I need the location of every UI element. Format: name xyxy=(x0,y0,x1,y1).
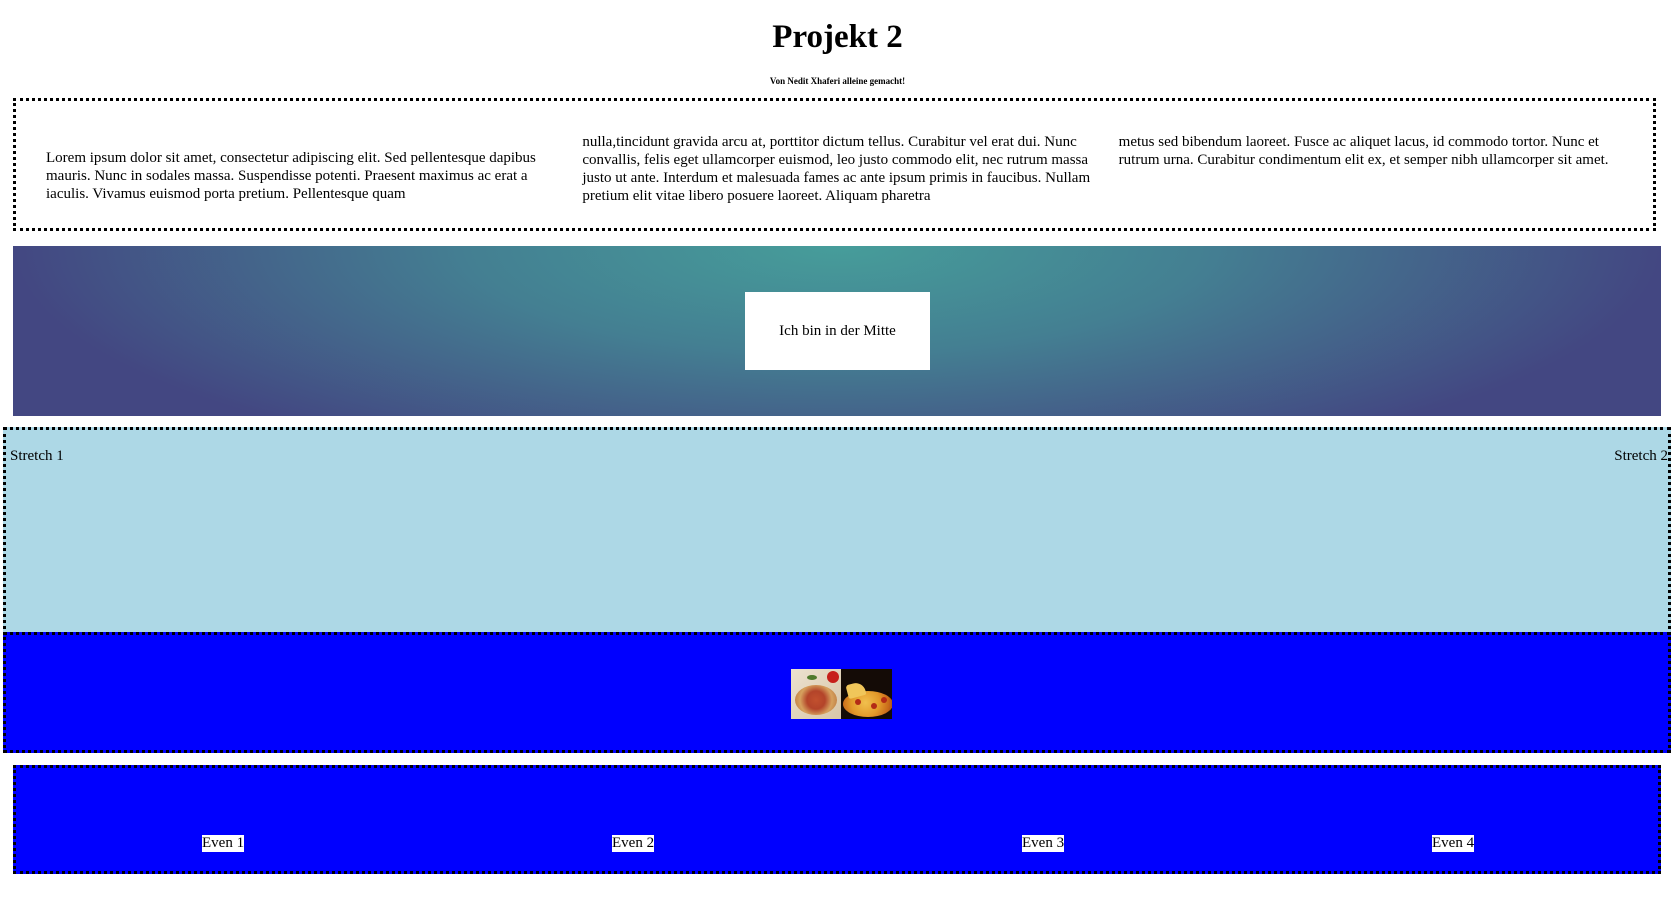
text-column-1: Lorem ipsum dolor sit amet, consectetur … xyxy=(46,150,536,202)
even-item-3: Even 3 xyxy=(1022,835,1065,852)
stretch-item-2: Stretch 2 xyxy=(1614,448,1668,464)
text-column-2: nulla,tincidunt gravida arcu at, porttit… xyxy=(582,134,1091,204)
even-item-1: Even 1 xyxy=(202,835,245,852)
pizza-image xyxy=(791,669,892,719)
page: Projekt 2 Von Nedit Xhaferi alleine gema… xyxy=(0,0,1675,910)
pizza-photo-right xyxy=(841,669,892,719)
multi-column-text-box: Lorem ipsum dolor sit amet, consectetur … xyxy=(13,98,1656,231)
even-item-2: Even 2 xyxy=(612,835,655,852)
even-item-4: Even 4 xyxy=(1432,835,1475,852)
page-title: Projekt 2 xyxy=(772,19,903,55)
space-evenly-container: Even 1 Even 2 Even 3 Even 4 xyxy=(13,765,1661,874)
stretch-item-1: Stretch 1 xyxy=(10,448,64,464)
image-container xyxy=(3,632,1671,753)
centered-box-label: Ich bin in der Mitte xyxy=(779,322,896,339)
pizza-photo-left xyxy=(791,669,841,719)
text-column-3: metus sed bibendum laoreet. Fusce ac ali… xyxy=(1118,134,1609,168)
stretch-container: Stretch 1 Stretch 2 xyxy=(3,427,1671,635)
page-subtitle: Von Nedit Xhaferi alleine gemacht! xyxy=(769,76,906,86)
centered-box: Ich bin in der Mitte xyxy=(745,292,930,370)
